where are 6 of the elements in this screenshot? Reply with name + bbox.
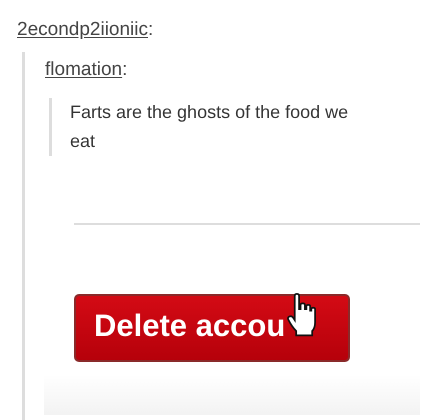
- username-link[interactable]: flomation: [45, 58, 122, 82]
- colon-text: :: [122, 58, 128, 82]
- colon-text: :: [148, 18, 154, 42]
- username-link[interactable]: 2econdp2iioniic: [17, 18, 148, 42]
- quote-text: Farts are the ghosts of the food we eat: [70, 101, 350, 153]
- delete-account-button[interactable]: Delete accou: [74, 294, 350, 362]
